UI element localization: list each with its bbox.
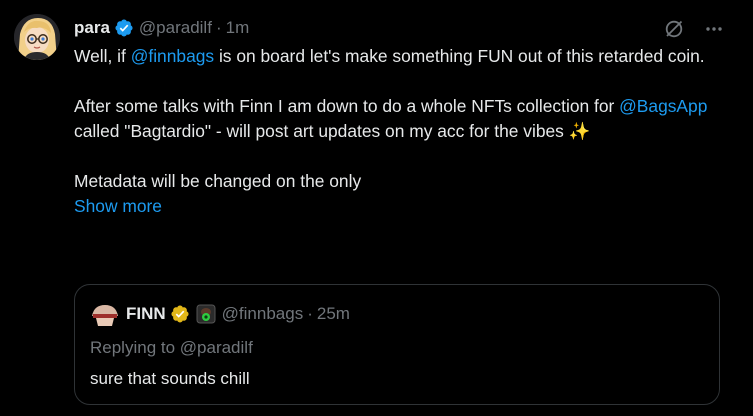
replying-to-label: Replying to @paradilf	[90, 338, 253, 357]
tweet-actions-top	[663, 18, 725, 40]
quote-author-name[interactable]: FINN	[126, 304, 166, 324]
separator-dot: ·	[307, 304, 313, 323]
quoted-tweet[interactable]: FINN @finnbags · 25m Replying to @paradi…	[74, 284, 720, 405]
avatar[interactable]	[14, 14, 60, 60]
gold-verified-badge-icon	[170, 304, 190, 324]
quote-timestamp[interactable]: 25m	[317, 304, 350, 324]
author-name[interactable]: para	[74, 18, 110, 38]
quote-text: sure that sounds chill	[90, 369, 250, 388]
verified-badge-icon	[114, 18, 134, 38]
paragraph-1: Well, if @finnbags is on board let's mak…	[74, 44, 724, 69]
tweet-text: Well, if @finnbags is on board let's mak…	[74, 44, 724, 219]
tweet[interactable]: para @paradilf · 1m Well, if @finnbags i…	[0, 0, 753, 416]
mention-link[interactable]: @BagsApp	[619, 96, 707, 116]
author-handle[interactable]: @paradilf	[139, 18, 212, 38]
mention-link[interactable]: @finnbags	[131, 46, 214, 66]
tweet-header: para @paradilf · 1m	[74, 16, 249, 40]
timestamp[interactable]: 1m	[226, 18, 250, 38]
more-icon[interactable]	[703, 18, 725, 40]
separator-dot: ·	[215, 18, 222, 37]
quote-author-handle[interactable]: @finnbags	[222, 304, 304, 324]
quote-avatar[interactable]	[90, 302, 120, 326]
text-fragment: is on board let's make something FUN out…	[214, 46, 705, 66]
quote-header: FINN @finnbags · 25m	[90, 302, 350, 326]
text-fragment: Well, if	[74, 46, 131, 66]
sparkles-emoji: ✨	[568, 121, 591, 141]
paragraph-3: Metadata will be changed on the only	[74, 171, 362, 191]
affiliate-badge-icon	[196, 304, 216, 324]
show-more-link[interactable]: Show more	[74, 194, 724, 219]
paragraph-2: After some talks with Finn I am down to …	[74, 94, 724, 144]
grok-slash-icon[interactable]	[663, 18, 685, 40]
text-fragment: After some talks with Finn I am down to …	[74, 96, 620, 116]
text-fragment: called "Bagtardio" - will post art updat…	[74, 121, 569, 141]
